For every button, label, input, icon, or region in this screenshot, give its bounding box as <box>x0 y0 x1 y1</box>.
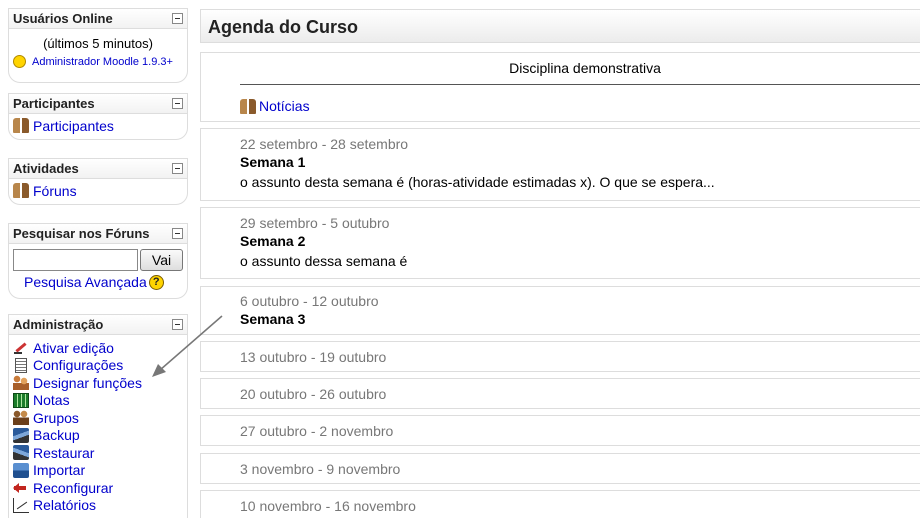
block-header: Participantes <box>9 94 187 114</box>
pencil-icon <box>13 340 29 355</box>
week-section: 13 outubro - 19 outubro <box>200 341 920 372</box>
week-section: 10 novembro - 16 novembro <box>200 490 920 518</box>
forum-icon <box>240 98 256 114</box>
forum-search-block: Pesquisar nos Fóruns Vai Pesquisa Avança… <box>8 223 188 299</box>
week-title: Semana 1 <box>240 154 306 170</box>
admin-item-import[interactable]: Importar <box>13 462 183 480</box>
week-section: 20 outubro - 26 outubro <box>200 378 920 409</box>
restore-icon <box>13 445 29 461</box>
collapse-icon[interactable] <box>172 319 183 330</box>
week-section: 29 setembro - 5 outubro Semana 2 o assun… <box>200 207 920 279</box>
roles-icon <box>13 375 29 391</box>
people-icon <box>13 118 29 134</box>
admin-item-label[interactable]: Grupos <box>33 410 79 426</box>
forum-search-input[interactable] <box>13 249 138 271</box>
admin-item-label[interactable]: Ativar edição <box>33 340 114 356</box>
section-side <box>201 379 235 408</box>
admin-item-label[interactable]: Reconfigurar <box>33 480 113 496</box>
block-header: Atividades <box>9 159 187 179</box>
week-dates: 22 setembro - 28 setembro <box>240 136 409 152</box>
forum-icon <box>13 183 29 199</box>
week-dates: 10 novembro - 16 novembro <box>240 498 416 514</box>
week-dates: 27 outubro - 2 novembro <box>240 423 394 439</box>
section-side <box>201 287 235 334</box>
block-title: Pesquisar nos Fóruns <box>13 226 150 241</box>
admin-item-restore[interactable]: Restaurar <box>13 444 183 462</box>
section-side <box>201 416 235 445</box>
help-icon[interactable]: ? <box>148 274 164 290</box>
admin-item-roles[interactable]: Designar funções <box>13 374 183 392</box>
admin-item-grades[interactable]: Notas <box>13 392 183 410</box>
search-go-button[interactable]: Vai <box>140 249 183 271</box>
block-title: Participantes <box>13 96 95 111</box>
collapse-icon[interactable] <box>172 228 183 239</box>
participants-item[interactable]: Participantes <box>13 117 183 135</box>
admin-item-label[interactable]: Designar funções <box>33 375 142 391</box>
forums-item[interactable]: Fóruns <box>13 182 183 200</box>
week-dates: 13 outubro - 19 outubro <box>240 349 387 365</box>
divider <box>240 84 920 85</box>
week-section: 22 setembro - 28 setembro Semana 1 o ass… <box>200 128 920 201</box>
block-title: Atividades <box>13 161 79 176</box>
administration-block: Administração Ativar edição Configuraçõe… <box>8 314 188 518</box>
section-side <box>201 342 235 371</box>
collapse-icon[interactable] <box>172 98 183 109</box>
online-period: (últimos 5 minutos) <box>43 36 153 51</box>
activities-block: Atividades Fóruns <box>8 158 188 205</box>
online-users-block: Usuários Online (últimos 5 minutos) Admi… <box>8 8 188 83</box>
block-header: Usuários Online <box>9 9 187 29</box>
admin-item-edit[interactable]: Ativar edição <box>13 339 183 357</box>
week-section: 3 novembro - 9 novembro <box>200 453 920 484</box>
week-dates: 6 outubro - 12 outubro <box>240 293 379 309</box>
section-side <box>201 208 235 278</box>
week-summary: o assunto desta semana é (horas-atividad… <box>240 174 715 190</box>
admin-item-label[interactable]: Backup <box>33 427 80 443</box>
groups-icon <box>13 410 29 426</box>
course-name: Disciplina demonstrativa <box>509 60 661 76</box>
admin-item-groups[interactable]: Grupos <box>13 409 183 427</box>
advanced-search-link[interactable]: Pesquisa Avançada <box>24 274 147 290</box>
admin-item-label[interactable]: Relatórios <box>33 497 96 513</box>
section-side <box>201 454 235 483</box>
admin-item-backup[interactable]: Backup <box>13 427 183 445</box>
course-summary-section: Disciplina demonstrativa Notícias <box>200 52 920 122</box>
participants-block: Participantes Participantes <box>8 93 188 140</box>
block-header: Pesquisar nos Fóruns <box>9 224 187 244</box>
block-header: Administração <box>9 315 187 335</box>
week-section: 27 outubro - 2 novembro <box>200 415 920 446</box>
block-title: Usuários Online <box>13 11 113 26</box>
admin-item-label[interactable]: Importar <box>33 462 85 478</box>
admin-item-reset[interactable]: Reconfigurar <box>13 479 183 497</box>
week-dates: 3 novembro - 9 novembro <box>240 461 401 477</box>
section-side <box>201 53 235 121</box>
week-section: 6 outubro - 12 outubro Semana 3 <box>200 286 920 335</box>
collapse-icon[interactable] <box>172 13 183 24</box>
news-forum-link[interactable]: Notícias <box>259 98 310 114</box>
collapse-icon[interactable] <box>172 163 183 174</box>
week-dates: 20 outubro - 26 outubro <box>240 386 387 402</box>
grades-icon <box>13 392 29 408</box>
week-dates: 29 setembro - 5 outubro <box>240 215 390 231</box>
block-title: Administração <box>13 317 104 332</box>
section-side <box>201 129 235 200</box>
forums-link[interactable]: Fóruns <box>33 183 77 199</box>
admin-item-label[interactable]: Notas <box>33 392 70 408</box>
admin-item-reports[interactable]: Relatórios <box>13 497 183 515</box>
participants-link[interactable]: Participantes <box>33 118 114 134</box>
settings-doc-icon <box>15 357 27 373</box>
backup-icon <box>13 427 29 443</box>
week-summary: o assunto dessa semana é <box>240 253 408 269</box>
admin-item-settings[interactable]: Configurações <box>13 357 183 375</box>
reset-icon <box>13 480 29 495</box>
online-user-link[interactable]: Administrador Moodle 1.9.3+ <box>32 56 173 68</box>
reports-icon <box>13 497 29 513</box>
admin-item-label[interactable]: Configurações <box>33 357 123 373</box>
section-side <box>201 491 235 518</box>
page-title: Agenda do Curso <box>200 9 920 43</box>
user-avatar-icon <box>13 55 26 69</box>
week-title: Semana 2 <box>240 233 306 249</box>
week-title: Semana 3 <box>240 311 306 327</box>
import-icon <box>13 462 29 478</box>
admin-item-label[interactable]: Restaurar <box>33 445 94 461</box>
